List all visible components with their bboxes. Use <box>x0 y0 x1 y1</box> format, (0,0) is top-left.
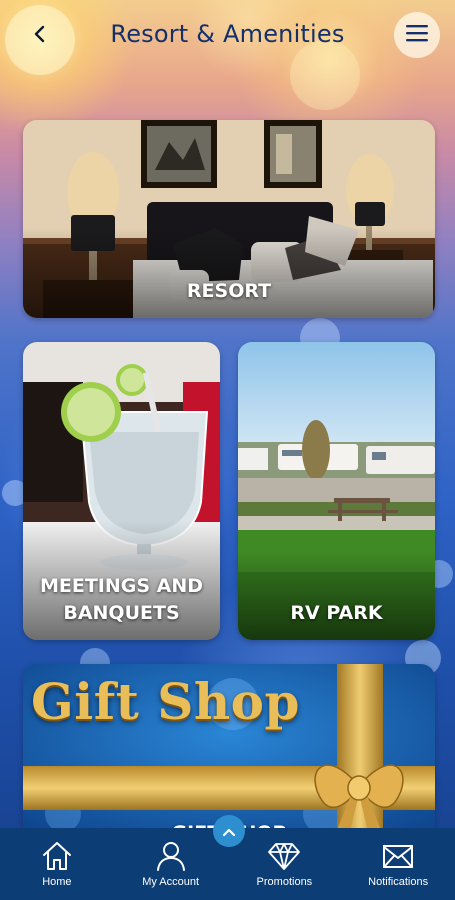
rv-park-label: RV PARK <box>290 602 383 624</box>
tab-my-account-label: My Account <box>142 876 200 888</box>
tab-promotions-label: Promotions <box>256 876 313 888</box>
tab-notifications[interactable]: Notifications <box>341 828 455 900</box>
menu-button[interactable] <box>394 12 440 58</box>
rv-park-card[interactable]: RV PARK <box>238 342 435 640</box>
user-icon <box>154 840 188 872</box>
tab-notifications-label: Notifications <box>368 876 429 888</box>
tab-my-account[interactable]: My Account <box>114 828 228 900</box>
tab-promotions[interactable]: Promotions <box>228 828 342 900</box>
chevron-up-icon <box>222 822 236 841</box>
hamburger-menu-icon <box>406 24 428 46</box>
resort-card[interactable]: RESORT <box>23 120 435 318</box>
tab-home[interactable]: Home <box>0 828 114 900</box>
tab-home-label: Home <box>42 876 72 888</box>
meetings-banquets-label-line2: BANQUETS <box>63 602 180 624</box>
home-icon <box>40 840 74 872</box>
app-header: Resort & Amenities <box>0 0 455 72</box>
meetings-banquets-card[interactable]: MEETINGS AND BANQUETS <box>23 342 220 640</box>
gift-shop-card[interactable]: Gift Shop GIFT SHOP <box>23 664 435 840</box>
page-title: Resort & Amenities <box>110 20 345 48</box>
resort-label: RESORT <box>186 280 272 302</box>
scroll-top-button[interactable] <box>213 815 245 847</box>
diamond-icon <box>267 840 301 872</box>
meetings-banquets-label-line1: MEETINGS AND <box>39 575 204 597</box>
gift-shop-banner-text: Gift Shop <box>31 672 300 731</box>
envelope-icon <box>381 840 415 872</box>
